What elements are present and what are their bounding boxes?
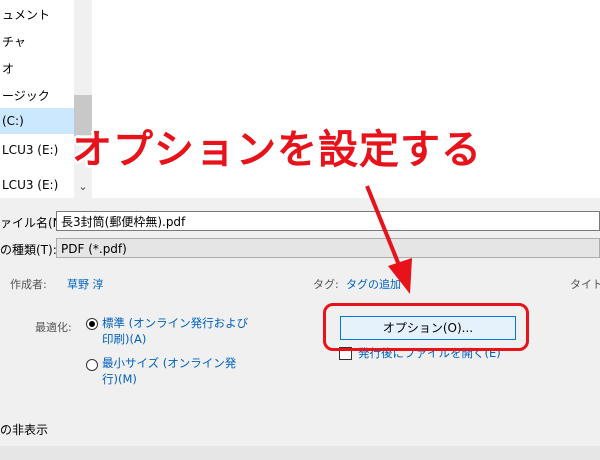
author-label: 作成者:	[10, 278, 47, 291]
nav-item-pictures[interactable]: チャ	[0, 29, 26, 55]
filetype-label: の種類(T):	[0, 243, 57, 257]
nav-item-videos[interactable]: オ	[0, 56, 14, 82]
nav-item-drive-e[interactable]: LCU3 (E:)	[0, 137, 58, 163]
optimize-label: 最適化:	[35, 321, 72, 334]
hide-folders-toggle[interactable]: の非表示	[0, 421, 48, 438]
optimize-standard-radio[interactable]	[86, 318, 98, 330]
filetype-select[interactable]: PDF (*.pdf)	[56, 238, 600, 258]
nav-item-drive-e-2[interactable]: LCU3 (E:)	[0, 172, 58, 198]
title-label: タイト	[570, 278, 600, 291]
filename-input[interactable]: 長3封筒(郵便枠無).pdf	[56, 211, 600, 231]
tags-value[interactable]: タグの追加	[346, 276, 401, 292]
tags-label: タグ:	[313, 278, 339, 291]
highlight-box	[323, 303, 529, 351]
optimize-standard-label[interactable]: 標準 (オンライン発行および印刷)(A)	[102, 315, 252, 347]
chevron-down-icon[interactable]: ⌄	[74, 178, 92, 196]
nav-item-drive-c[interactable]: (C:)	[0, 108, 74, 134]
optimize-minimum-radio[interactable]	[86, 359, 98, 371]
dialog-bottom-edge	[0, 446, 600, 460]
callout-text: オプションを設定する	[72, 127, 482, 173]
nav-item-documents[interactable]: ュメント	[0, 2, 50, 28]
optimize-minimum-label[interactable]: 最小サイズ (オンライン発行)(M)	[102, 355, 252, 387]
nav-item-music[interactable]: ージック	[0, 83, 50, 109]
author-value[interactable]: 草野 淳	[67, 276, 104, 292]
